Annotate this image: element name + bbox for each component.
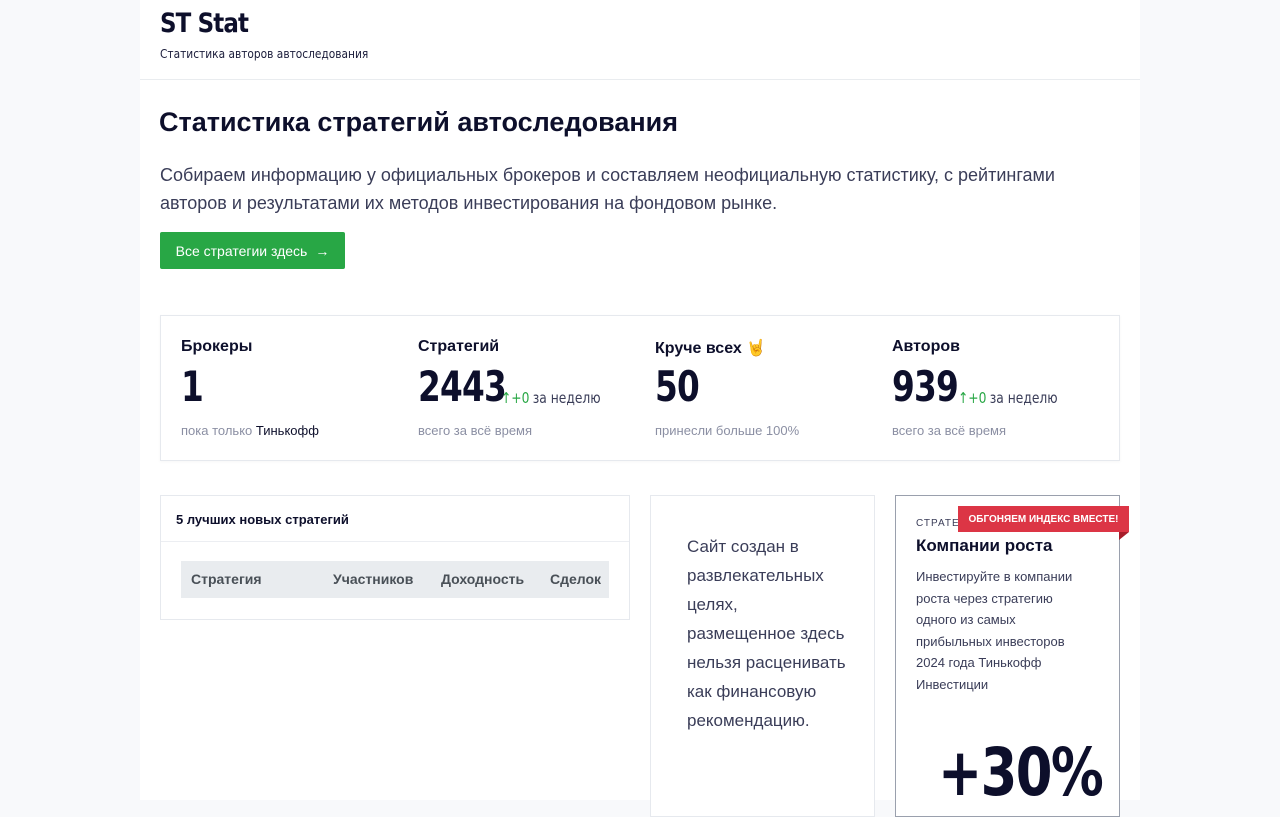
stat-brokers: Брокеры 1 пока только Тинькофф bbox=[181, 316, 411, 460]
disclaimer-text: Сайт создан в развлекательных целях, раз… bbox=[687, 537, 846, 730]
stat-label: Брокеры bbox=[181, 338, 253, 355]
broker-name: Тинькофф bbox=[255, 423, 319, 438]
stat-value: 939 bbox=[892, 362, 959, 411]
weekly-delta: ↑+0 bbox=[501, 389, 530, 407]
top5-title: 5 лучших новых стратегий bbox=[176, 512, 349, 527]
divider bbox=[161, 541, 629, 542]
stat-note: принесли больше 100% bbox=[655, 423, 800, 438]
page-title: Статистика стратегий автоследования bbox=[159, 107, 678, 137]
promo-return-value: +30% bbox=[938, 734, 1104, 811]
promo-ribbon: ОБГОНЯЕМ ИНДЕКС ВМЕСТЕ! bbox=[958, 506, 1129, 532]
top5-card: 5 лучших новых стратегий Стратегия Участ… bbox=[160, 495, 630, 620]
stat-value: 2443 bbox=[418, 362, 507, 411]
hero-description: Собираем информацию у официальных брокер… bbox=[160, 165, 1055, 213]
stat-note: всего за всё время bbox=[892, 423, 1007, 438]
site-tagline: Статистика авторов автоследования bbox=[160, 46, 369, 61]
arrow-right-icon: → bbox=[315, 242, 330, 259]
stat-delta: ↑+0 за неделю bbox=[501, 389, 601, 407]
stat-value: 1 bbox=[181, 362, 204, 411]
column-strategy[interactable]: Стратегия bbox=[191, 571, 262, 587]
column-participants[interactable]: Участников bbox=[333, 571, 413, 587]
page: ST Stat Статистика авторов автоследовани… bbox=[140, 0, 1140, 817]
weekly-delta: ↑+0 bbox=[958, 389, 987, 407]
all-strategies-label: Все стратегии здесь bbox=[175, 242, 308, 259]
ribbon-fold bbox=[1119, 532, 1129, 540]
promo-card[interactable]: СТРАТЕГ ОБГОНЯЕМ ИНДЕКС ВМЕСТЕ! Компании… bbox=[895, 495, 1129, 817]
site-logo[interactable]: ST Stat bbox=[160, 8, 249, 39]
column-trades[interactable]: Сделок bbox=[550, 571, 601, 587]
stat-label: Круче всех 🤘 bbox=[655, 340, 767, 357]
stat-top: Круче всех 🤘 50 принесли больше 100% bbox=[655, 316, 885, 460]
site-header: ST Stat Статистика авторов автоследовани… bbox=[140, 0, 1140, 80]
column-return[interactable]: Доходность bbox=[441, 571, 524, 587]
stat-label: Стратегий bbox=[418, 338, 500, 355]
stat-delta: ↑+0 за неделю bbox=[958, 389, 1058, 407]
stat-label: Авторов bbox=[892, 338, 960, 355]
stat-value: 50 bbox=[655, 362, 700, 411]
disclaimer-card: Сайт создан в развлекательных целях, раз… bbox=[650, 495, 875, 817]
stat-note: всего за всё время bbox=[418, 423, 533, 438]
stat-strategies: Стратегий 2443 ↑+0 за неделю всего за всё… bbox=[418, 316, 648, 460]
all-strategies-button[interactable]: Все стратегии здесь → bbox=[160, 232, 345, 269]
promo-text: Инвестируйте в компании роста через стра… bbox=[916, 569, 1073, 692]
delta-caption: за неделю bbox=[532, 389, 601, 407]
delta-caption: за неделю bbox=[989, 389, 1058, 407]
promo-title[interactable]: Компании роста bbox=[916, 536, 1053, 556]
stat-authors: Авторов 939 ↑+0 за неделю всего за всё вр… bbox=[892, 316, 1122, 460]
table-header: Стратегия Участников Доходность Сделок bbox=[181, 561, 609, 598]
stat-note: пока только Тинькофф bbox=[181, 423, 319, 438]
stats-panel: Брокеры 1 пока только Тинькофф Стратегий… bbox=[160, 315, 1120, 461]
